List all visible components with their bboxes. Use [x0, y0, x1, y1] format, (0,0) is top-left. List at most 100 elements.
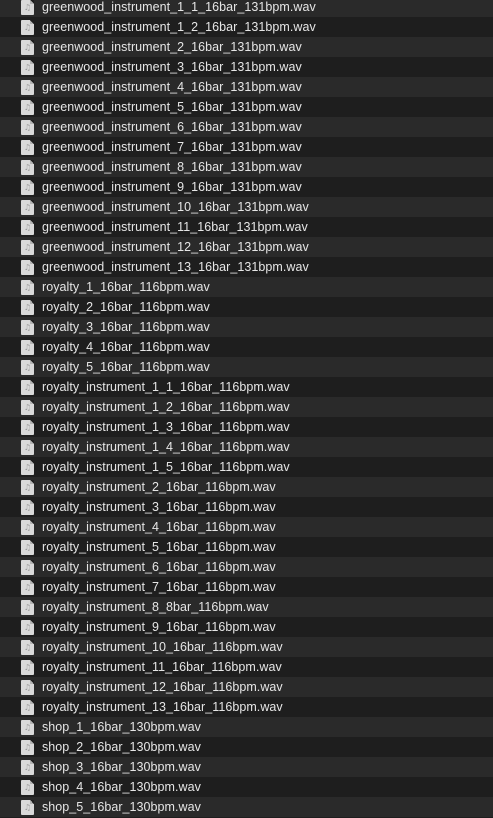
file-name: shop_1_16bar_130bpm.wav: [42, 720, 201, 734]
file-name: greenwood_instrument_9_16bar_131bpm.wav: [42, 180, 302, 194]
file-name: royalty_instrument_12_16bar_116bpm.wav: [42, 680, 283, 694]
file-name: greenwood_instrument_11_16bar_131bpm.wav: [42, 220, 308, 234]
file-row[interactable]: ♫ royalty_instrument_1_2_16bar_116bpm.wav: [0, 397, 493, 417]
file-name: royalty_instrument_2_16bar_116bpm.wav: [42, 480, 276, 494]
file-name: royalty_instrument_1_2_16bar_116bpm.wav: [42, 400, 290, 414]
audio-file-icon: ♫: [21, 0, 34, 15]
file-row[interactable]: ♫ royalty_5_16bar_116bpm.wav: [0, 357, 493, 377]
audio-file-icon: ♫: [21, 759, 34, 775]
file-row[interactable]: ♫ royalty_instrument_13_16bar_116bpm.wav: [0, 697, 493, 717]
music-note-icon: ♫: [23, 83, 32, 92]
file-row[interactable]: ♫ royalty_instrument_6_16bar_116bpm.wav: [0, 557, 493, 577]
audio-file-icon: ♫: [21, 459, 34, 475]
file-name: royalty_instrument_13_16bar_116bpm.wav: [42, 700, 283, 714]
music-note-icon: ♫: [23, 423, 32, 432]
audio-file-icon: ♫: [21, 319, 34, 335]
file-row[interactable]: ♫ greenwood_instrument_12_16bar_131bpm.wa…: [0, 237, 493, 257]
file-name: shop_4_16bar_130bpm.wav: [42, 780, 201, 794]
file-row[interactable]: ♫ greenwood_instrument_7_16bar_131bpm.wav: [0, 137, 493, 157]
file-name: royalty_instrument_8_8bar_116bpm.wav: [42, 600, 269, 614]
file-row[interactable]: ♫ royalty_instrument_1_3_16bar_116bpm.wav: [0, 417, 493, 437]
file-row[interactable]: ♫ greenwood_instrument_1_1_16bar_131bpm.w…: [0, 0, 493, 17]
file-row[interactable]: ♫ greenwood_instrument_6_16bar_131bpm.wav: [0, 117, 493, 137]
file-row[interactable]: ♫ royalty_instrument_9_16bar_116bpm.wav: [0, 617, 493, 637]
audio-file-icon: ♫: [21, 239, 34, 255]
file-row[interactable]: ♫ shop_4_16bar_130bpm.wav: [0, 777, 493, 797]
file-row[interactable]: ♫ royalty_instrument_1_4_16bar_116bpm.wav: [0, 437, 493, 457]
file-row[interactable]: ♫ royalty_instrument_11_16bar_116bpm.wav: [0, 657, 493, 677]
file-row[interactable]: ♫ greenwood_instrument_11_16bar_131bpm.wa…: [0, 217, 493, 237]
file-name: shop_5_16bar_130bpm.wav: [42, 800, 201, 814]
file-row[interactable]: ♫ royalty_instrument_10_16bar_116bpm.wav: [0, 637, 493, 657]
file-row[interactable]: ♫ royalty_instrument_1_1_16bar_116bpm.wav: [0, 377, 493, 397]
file-row[interactable]: ♫ royalty_instrument_5_16bar_116bpm.wav: [0, 537, 493, 557]
file-row[interactable]: ♫ royalty_2_16bar_116bpm.wav: [0, 297, 493, 317]
file-row[interactable]: ♫ greenwood_instrument_8_16bar_131bpm.wav: [0, 157, 493, 177]
audio-file-icon: ♫: [21, 259, 34, 275]
file-row[interactable]: ♫ shop_3_16bar_130bpm.wav: [0, 757, 493, 777]
audio-file-icon: ♫: [21, 299, 34, 315]
audio-file-icon: ♫: [21, 279, 34, 295]
file-row[interactable]: ♫ royalty_1_16bar_116bpm.wav: [0, 277, 493, 297]
file-row[interactable]: ♫ greenwood_instrument_10_16bar_131bpm.wa…: [0, 197, 493, 217]
file-name: royalty_instrument_5_16bar_116bpm.wav: [42, 540, 276, 554]
music-note-icon: ♫: [23, 743, 32, 752]
music-note-icon: ♫: [23, 363, 32, 372]
music-note-icon: ♫: [23, 563, 32, 572]
file-row[interactable]: ♫ royalty_instrument_4_16bar_116bpm.wav: [0, 517, 493, 537]
file-row[interactable]: ♫ royalty_4_16bar_116bpm.wav: [0, 337, 493, 357]
file-row[interactable]: ♫ royalty_instrument_2_16bar_116bpm.wav: [0, 477, 493, 497]
file-row[interactable]: ♫ royalty_instrument_8_8bar_116bpm.wav: [0, 597, 493, 617]
music-note-icon: ♫: [23, 543, 32, 552]
audio-file-icon: ♫: [21, 199, 34, 215]
file-name: greenwood_instrument_7_16bar_131bpm.wav: [42, 140, 302, 154]
music-note-icon: ♫: [23, 163, 32, 172]
audio-file-icon: ♫: [21, 599, 34, 615]
music-note-icon: ♫: [23, 783, 32, 792]
file-name: royalty_instrument_1_1_16bar_116bpm.wav: [42, 380, 290, 394]
audio-file-icon: ♫: [21, 359, 34, 375]
audio-file-icon: ♫: [21, 419, 34, 435]
file-name: royalty_instrument_4_16bar_116bpm.wav: [42, 520, 276, 534]
file-row[interactable]: ♫ greenwood_instrument_2_16bar_131bpm.wav: [0, 37, 493, 57]
file-row[interactable]: ♫ greenwood_instrument_3_16bar_131bpm.wav: [0, 57, 493, 77]
music-note-icon: ♫: [23, 683, 32, 692]
file-row[interactable]: ♫ greenwood_instrument_4_16bar_131bpm.wav: [0, 77, 493, 97]
music-note-icon: ♫: [23, 803, 32, 812]
file-row[interactable]: ♫ royalty_3_16bar_116bpm.wav: [0, 317, 493, 337]
file-row[interactable]: ♫ royalty_instrument_7_16bar_116bpm.wav: [0, 577, 493, 597]
file-name: royalty_instrument_7_16bar_116bpm.wav: [42, 580, 276, 594]
music-note-icon: ♫: [23, 463, 32, 472]
file-name: royalty_5_16bar_116bpm.wav: [42, 360, 210, 374]
file-row[interactable]: ♫ shop_2_16bar_130bpm.wav: [0, 737, 493, 757]
audio-file-icon: ♫: [21, 699, 34, 715]
file-row[interactable]: ♫ greenwood_instrument_13_16bar_131bpm.wa…: [0, 257, 493, 277]
music-note-icon: ♫: [23, 723, 32, 732]
music-note-icon: ♫: [23, 43, 32, 52]
music-note-icon: ♫: [23, 123, 32, 132]
file-row[interactable]: ♫ shop_5_16bar_130bpm.wav: [0, 797, 493, 817]
music-note-icon: ♫: [23, 623, 32, 632]
audio-file-icon: ♫: [21, 679, 34, 695]
file-row[interactable]: ♫ royalty_instrument_12_16bar_116bpm.wav: [0, 677, 493, 697]
file-name: greenwood_instrument_12_16bar_131bpm.wav: [42, 240, 309, 254]
audio-file-icon: ♫: [21, 439, 34, 455]
music-note-icon: ♫: [23, 643, 32, 652]
file-row[interactable]: ♫ royalty_instrument_3_16bar_116bpm.wav: [0, 497, 493, 517]
file-name: greenwood_instrument_13_16bar_131bpm.wav: [42, 260, 309, 274]
file-row[interactable]: ♫ royalty_instrument_1_5_16bar_116bpm.wav: [0, 457, 493, 477]
file-row[interactable]: ♫ greenwood_instrument_5_16bar_131bpm.wav: [0, 97, 493, 117]
audio-file-icon: ♫: [21, 739, 34, 755]
music-note-icon: ♫: [23, 183, 32, 192]
file-name: shop_2_16bar_130bpm.wav: [42, 740, 201, 754]
file-name: royalty_4_16bar_116bpm.wav: [42, 340, 210, 354]
file-name: royalty_instrument_1_5_16bar_116bpm.wav: [42, 460, 290, 474]
music-note-icon: ♫: [23, 343, 32, 352]
music-note-icon: ♫: [23, 523, 32, 532]
file-row[interactable]: ♫ greenwood_instrument_1_2_16bar_131bpm.w…: [0, 17, 493, 37]
file-row[interactable]: ♫ shop_1_16bar_130bpm.wav: [0, 717, 493, 737]
audio-file-icon: ♫: [21, 719, 34, 735]
file-name: greenwood_instrument_5_16bar_131bpm.wav: [42, 100, 302, 114]
file-name: greenwood_instrument_1_1_16bar_131bpm.wa…: [42, 0, 316, 14]
file-row[interactable]: ♫ greenwood_instrument_9_16bar_131bpm.wav: [0, 177, 493, 197]
